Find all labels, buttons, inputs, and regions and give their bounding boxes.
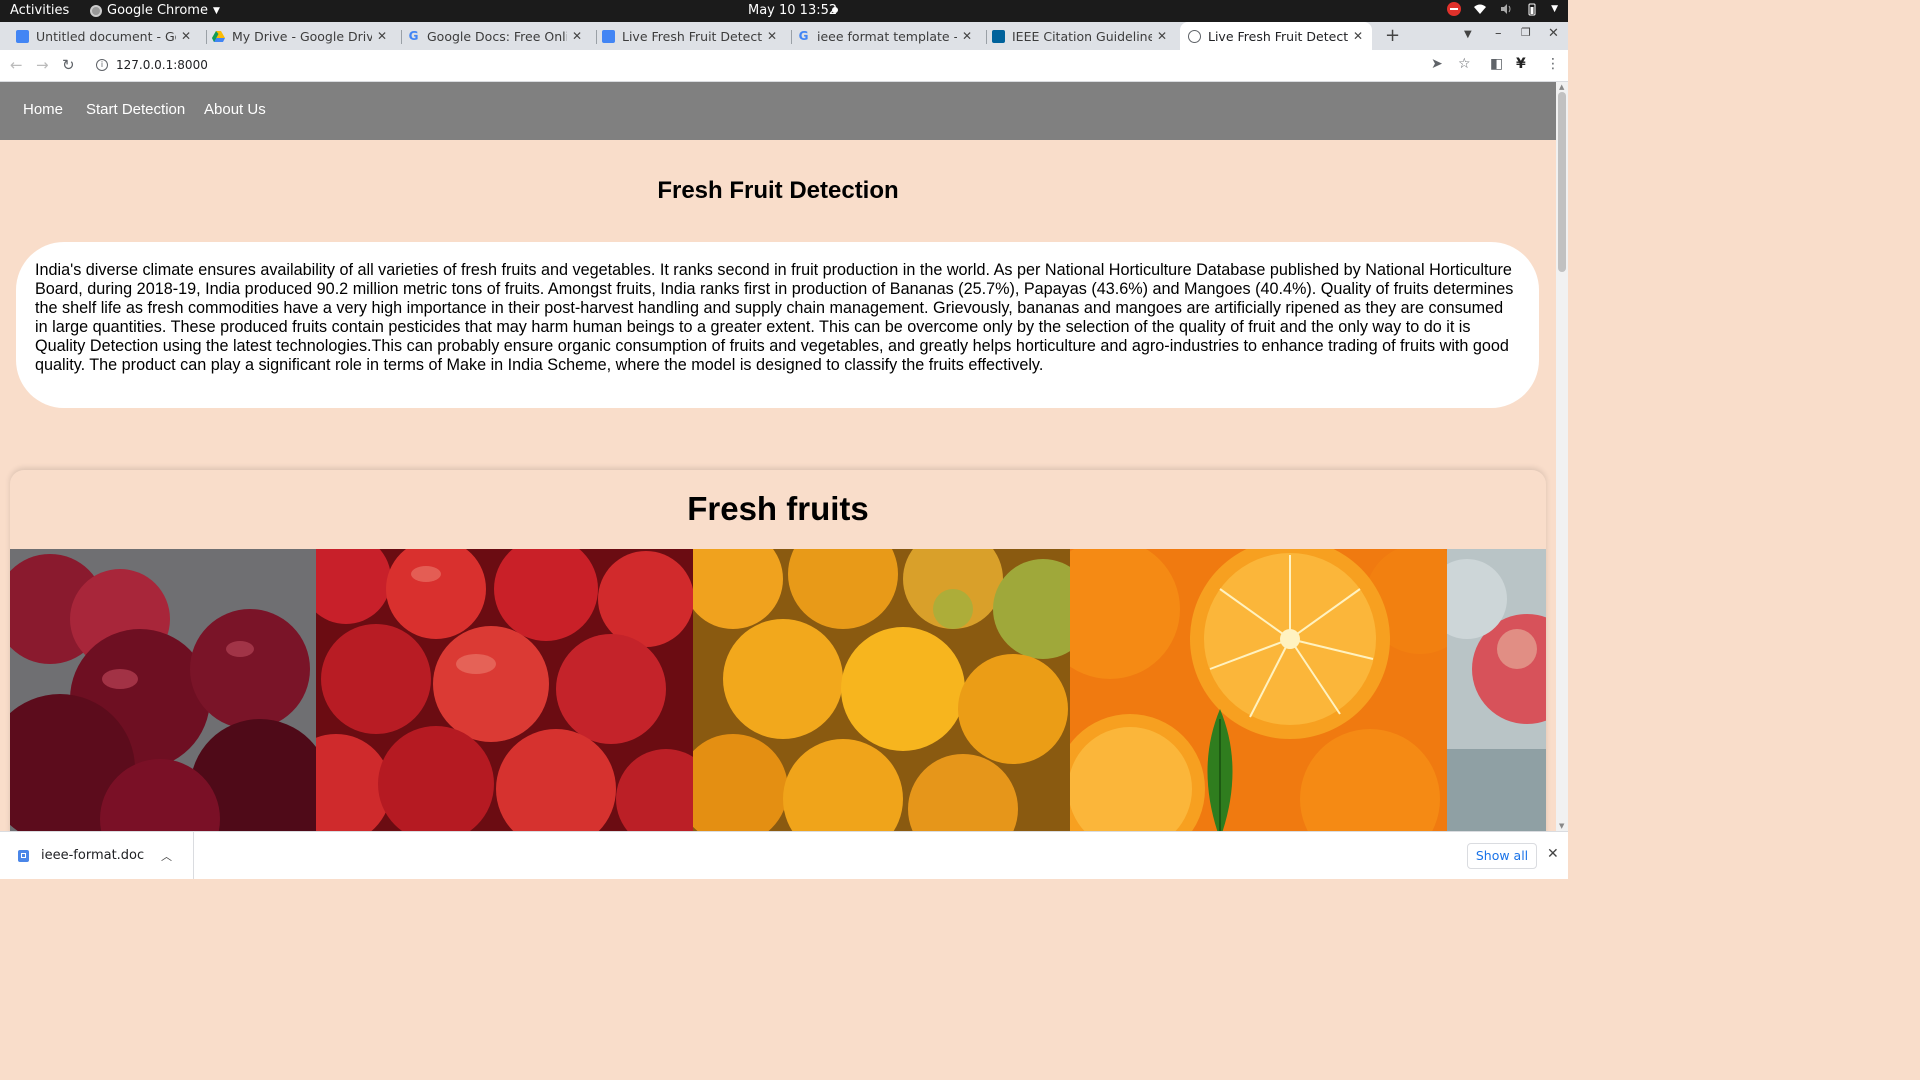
close-icon[interactable]: ✕: [180, 29, 192, 43]
forward-arrow-icon[interactable]: →: [36, 56, 49, 74]
minimize-icon[interactable]: –: [1495, 26, 1502, 41]
scroll-down-icon[interactable]: ▼: [1559, 822, 1564, 830]
do-not-disturb-icon: [1447, 2, 1462, 16]
clock[interactable]: May 10 13:52: [748, 3, 837, 18]
reload-icon[interactable]: ↻: [62, 56, 75, 74]
drive-icon: [212, 30, 225, 43]
globe-icon: [1188, 29, 1201, 43]
battery-icon: [1525, 2, 1539, 16]
page-scrollbar[interactable]: ▲ ▼: [1556, 82, 1568, 831]
close-icon[interactable]: ✕: [1156, 29, 1168, 43]
fruit-image-red-apples: [316, 549, 693, 831]
window-close-icon[interactable]: ✕: [1548, 26, 1559, 41]
tab-title: IEEE Citation Guidelines2: [1012, 28, 1152, 44]
tab-live-fresh-fruit-detection-active[interactable]: Live Fresh Fruit Detection ✕: [1180, 22, 1372, 50]
tab-title: Untitled document - Goog: [36, 28, 176, 44]
site-nav: Home Start Detection About Us: [0, 82, 1556, 140]
fruit-image-oranges: [693, 549, 1070, 831]
new-tab-button[interactable]: +: [1385, 25, 1400, 46]
kebab-menu-icon[interactable]: ⋮: [1546, 56, 1560, 72]
docs-icon: [602, 29, 615, 43]
extension-icon[interactable]: ¥: [1516, 56, 1526, 72]
download-bar: ieee-format.doc ︿ Show all ✕: [0, 831, 1568, 879]
tab-title: ieee format template - Go: [817, 28, 957, 44]
close-icon[interactable]: ✕: [1547, 846, 1559, 862]
url-text: 127.0.0.1:8000: [116, 58, 208, 72]
tab-live-fresh-fruit-detection-doc[interactable]: Live Fresh Fruit Detection ✕: [596, 22, 778, 50]
ieee-icon: [992, 29, 1005, 43]
chevron-up-icon[interactable]: ︿: [161, 848, 172, 864]
google-icon: G: [798, 28, 809, 43]
send-icon[interactable]: ➤: [1431, 56, 1443, 72]
side-panel-icon[interactable]: ◧: [1490, 56, 1503, 72]
volume-icon: [1499, 2, 1513, 16]
app-menu[interactable]: Google Chrome ▼: [90, 3, 220, 18]
chrome-icon: [90, 4, 102, 17]
close-icon[interactable]: ✕: [961, 29, 973, 43]
fruit-image-sliced-oranges: [1070, 549, 1447, 831]
tab-title: My Drive - Google Drive: [232, 28, 372, 44]
dropdown-arrow-icon: ▼: [212, 5, 220, 16]
close-icon[interactable]: ✕: [1352, 29, 1364, 43]
tab-title: Live Fresh Fruit Detection: [1208, 28, 1348, 44]
page-viewport: Home Start Detection About Us Fresh Frui…: [0, 82, 1556, 831]
fruit-image-apples-partial: [1447, 549, 1546, 831]
restore-icon[interactable]: ❐: [1521, 26, 1531, 39]
tab-untitled-document[interactable]: Untitled document - Goog ✕: [16, 22, 192, 50]
tab-title: Live Fresh Fruit Detection: [622, 28, 762, 44]
scrollbar-thumb[interactable]: [1558, 92, 1566, 272]
back-arrow-icon[interactable]: ←: [10, 56, 23, 74]
intro-card: India's diverse climate ensures availabi…: [16, 242, 1539, 408]
show-all-button[interactable]: Show all: [1467, 843, 1537, 869]
download-file-name: ieee-format.doc: [41, 848, 145, 863]
gallery-title: Fresh fruits: [687, 490, 869, 527]
fruit-gallery: [10, 549, 1546, 831]
wifi-icon: [1473, 2, 1487, 16]
system-top-bar: Activities Google Chrome ▼ May 10 13:52 …: [0, 0, 1568, 22]
intro-text: India's diverse climate ensures availabi…: [35, 261, 1514, 374]
download-item[interactable]: ieee-format.doc ︿: [0, 832, 194, 879]
system-menu-arrow-icon: ▼: [1551, 4, 1558, 14]
browser-toolbar: ← → ↻ i 127.0.0.1:8000 ➤ ☆ ◧ ¥ ⋮: [0, 50, 1568, 82]
site-info-icon[interactable]: i: [96, 59, 108, 71]
document-file-icon: [18, 849, 29, 862]
tab-my-drive[interactable]: My Drive - Google Drive ✕: [206, 22, 388, 50]
close-icon[interactable]: ✕: [766, 29, 778, 43]
notification-dot-icon: [832, 7, 838, 13]
bookmark-star-icon[interactable]: ☆: [1458, 56, 1471, 72]
nav-about-us[interactable]: About Us: [204, 101, 266, 118]
address-bar[interactable]: i 127.0.0.1:8000: [92, 54, 1482, 76]
fruit-image-dark-apples: [10, 549, 316, 831]
nav-start-detection[interactable]: Start Detection: [86, 101, 185, 118]
tab-ieee-format-template[interactable]: G ieee format template - Go ✕: [791, 22, 973, 50]
google-icon: G: [408, 28, 419, 43]
page-title: Fresh Fruit Detection: [657, 177, 899, 204]
tab-search-icon[interactable]: ▼: [1464, 29, 1472, 40]
fruits-gallery-card: Fresh fruits: [10, 470, 1546, 831]
docs-icon: [16, 29, 29, 43]
nav-home[interactable]: Home: [23, 101, 63, 118]
close-icon[interactable]: ✕: [571, 29, 583, 43]
activities-button[interactable]: Activities: [10, 3, 69, 18]
scroll-up-icon[interactable]: ▲: [1559, 83, 1564, 91]
system-tray[interactable]: ▼: [1447, 2, 1558, 16]
app-menu-label: Google Chrome: [107, 3, 208, 18]
tab-google-docs[interactable]: G Google Docs: Free Online ✕: [401, 22, 583, 50]
tab-title: Google Docs: Free Online: [427, 28, 567, 44]
close-icon[interactable]: ✕: [376, 29, 388, 43]
tab-strip: Untitled document - Goog ✕ My Drive - Go…: [0, 22, 1568, 50]
tab-ieee-citation-guidelines[interactable]: IEEE Citation Guidelines2 ✕: [986, 22, 1168, 50]
